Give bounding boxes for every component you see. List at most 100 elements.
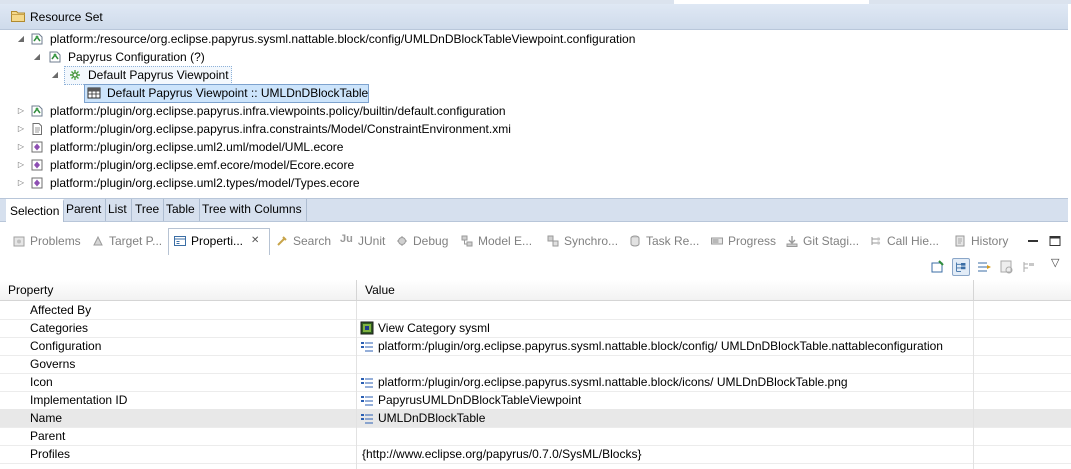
resource-set-title: Resource Set [30,10,103,24]
minimize-icon[interactable] [1026,234,1040,248]
ecore-icon [31,141,43,153]
tab-label: Problems [30,234,81,248]
column-header-property[interactable]: Property [0,280,357,301]
collapsed-arrow-icon[interactable]: ▷ [16,102,26,120]
tab-label: Progress [728,234,777,248]
attribute-icon [361,396,373,406]
tab-list[interactable]: List [104,199,132,221]
file-icon [32,123,42,135]
table-row[interactable]: Profiles {http://www.eclipse.org/papyrus… [0,445,1071,464]
tree-item-umldndblocktable[interactable]: Default Papyrus Viewpoint :: UMLDnDBlock… [0,84,1060,103]
view-menu-icon[interactable]: ▽ [1051,256,1059,269]
tab-label: Search [293,234,332,248]
properties-table[interactable]: Property Value Affected By Categories Vi… [0,280,1071,469]
properties-icon [174,236,186,246]
property-value[interactable]: platform:/plugin/org.eclipse.papyrus.sys… [378,373,848,391]
git-staging-icon [786,236,798,247]
tree-item-label: Papyrus Configuration (?) [68,50,205,64]
property-name: Name [30,411,63,425]
tab-label: Call Hie... [887,234,940,248]
column-header-filler [974,280,1071,301]
attribute-icon [361,342,373,352]
properties-toolbar: ▽ [0,254,1071,280]
tree-item-label: platform:/plugin/org.eclipse.papyrus.inf… [50,104,506,118]
tree-item-papyrus-configuration[interactable]: ◢ Papyrus Configuration (?) [0,48,1060,66]
tree-item-uml-ecore[interactable]: ▷ platform:/plugin/org.eclipse.uml2.uml/… [0,138,1060,156]
property-name: Categories [30,321,89,335]
tab-parent[interactable]: Parent [62,199,107,221]
tree-item-label: Default Papyrus Viewpoint [88,68,229,82]
tab-label: Debug [413,234,449,248]
show-advanced-icon[interactable] [975,258,993,276]
collapsed-arrow-icon[interactable]: ▷ [16,156,26,174]
tree-item-label: platform:/plugin/org.eclipse.emf.ecore/m… [50,158,355,172]
collapsed-arrow-icon[interactable]: ▷ [16,174,26,192]
viewpoint-icon [70,70,80,80]
expanded-arrow-icon[interactable]: ◢ [16,30,26,48]
table-row[interactable]: Categories View Category sysml [0,319,1071,338]
column-divider [356,301,357,469]
table-row[interactable]: Affected By [0,301,1071,320]
property-value[interactable]: {http://www.eclipse.org/papyrus/0.7.0/Sy… [362,445,641,463]
tree-item-configuration-resource[interactable]: ◢ platform:/resource/org.eclipse.papyrus… [0,30,1060,48]
ecore-icon [31,159,43,171]
call-hierarchy-icon [871,237,881,245]
tab-label: Git Stagi... [803,234,860,248]
collapsed-arrow-icon[interactable]: ▷ [16,120,26,138]
table-row[interactable]: Parent [0,427,1071,446]
property-value[interactable]: PapyrusUMLDnDBlockTableViewpoint [378,391,581,409]
tree-item-label: Default Papyrus Viewpoint :: UMLDnDBlock… [107,86,369,100]
table-row[interactable]: Governs [0,355,1071,374]
synchronize-icon [547,235,559,247]
expanded-arrow-icon[interactable]: ◢ [50,66,60,84]
folder-icon [11,11,25,22]
tree-item-default-viewpoint[interactable]: ◢ Default Papyrus Viewpoint [0,66,1060,85]
table-row-selected[interactable]: Name UMLDnDBlockTable [0,409,1071,428]
progress-icon [711,237,723,245]
tree-item-label: platform:/plugin/org.eclipse.uml2.types/… [50,176,360,190]
table-icon [87,87,101,99]
tab-label: History [971,234,1009,248]
tab-table[interactable]: Table [162,199,200,221]
tree-item-ecore-ecore[interactable]: ▷ platform:/plugin/org.eclipse.emf.ecore… [0,156,1060,174]
tab-tree-with-columns[interactable]: Tree with Columns [198,199,307,221]
show-categories-icon[interactable] [952,258,970,276]
column-header-label: Property [8,283,54,297]
search-icon [277,236,287,246]
tree-item-types-ecore[interactable]: ▷ platform:/plugin/org.eclipse.uml2.type… [0,174,1060,192]
table-row[interactable]: Implementation ID PapyrusUMLDnDBlockTabl… [0,391,1071,410]
configuration-icon [49,51,61,63]
close-icon[interactable]: ✕ [251,232,259,250]
new-child-icon[interactable] [929,258,947,276]
tab-tree[interactable]: Tree [131,199,165,221]
property-value[interactable]: platform:/plugin/org.eclipse.papyrus.sys… [378,337,943,355]
tab-selection[interactable]: Selection [6,199,65,222]
column-header-label: Value [365,283,395,297]
property-name: Governs [30,357,76,371]
tab-label: Synchro... [564,234,619,248]
junit-icon: Ju [340,233,353,245]
property-value[interactable]: UMLDnDBlockTable [378,409,485,427]
column-header-value[interactable]: Value [357,280,974,301]
attribute-icon [361,414,373,424]
table-row[interactable]: Icon platform:/plugin/org.eclipse.papyru… [0,373,1071,392]
tab-label: Model E... [478,234,533,248]
property-name: Profiles [30,447,71,461]
tab-label: JUnit [358,234,386,248]
restore-default-icon[interactable] [1020,258,1038,276]
tree-item-constraint-environment[interactable]: ▷ platform:/plugin/org.eclipse.papyrus.i… [0,120,1060,138]
tab-label: Properti... [191,234,244,248]
model-explorer-icon [461,235,473,247]
resource-tree[interactable]: ◢ platform:/resource/org.eclipse.papyrus… [0,30,1068,198]
tab-label: Target P... [109,234,163,248]
expanded-arrow-icon[interactable]: ◢ [32,48,42,66]
property-name: Implementation ID [30,393,128,407]
filter-icon[interactable] [998,258,1016,276]
resource-set-header: Resource Set [0,4,1068,30]
tree-item-default-configuration[interactable]: ▷ platform:/plugin/org.eclipse.papyrus.i… [0,102,1060,120]
table-row[interactable]: Configuration platform:/plugin/org.eclip… [0,337,1071,356]
property-value[interactable]: View Category sysml [378,319,490,337]
collapsed-arrow-icon[interactable]: ▷ [16,138,26,156]
property-name: Configuration [30,339,102,353]
maximize-icon[interactable] [1048,234,1062,248]
